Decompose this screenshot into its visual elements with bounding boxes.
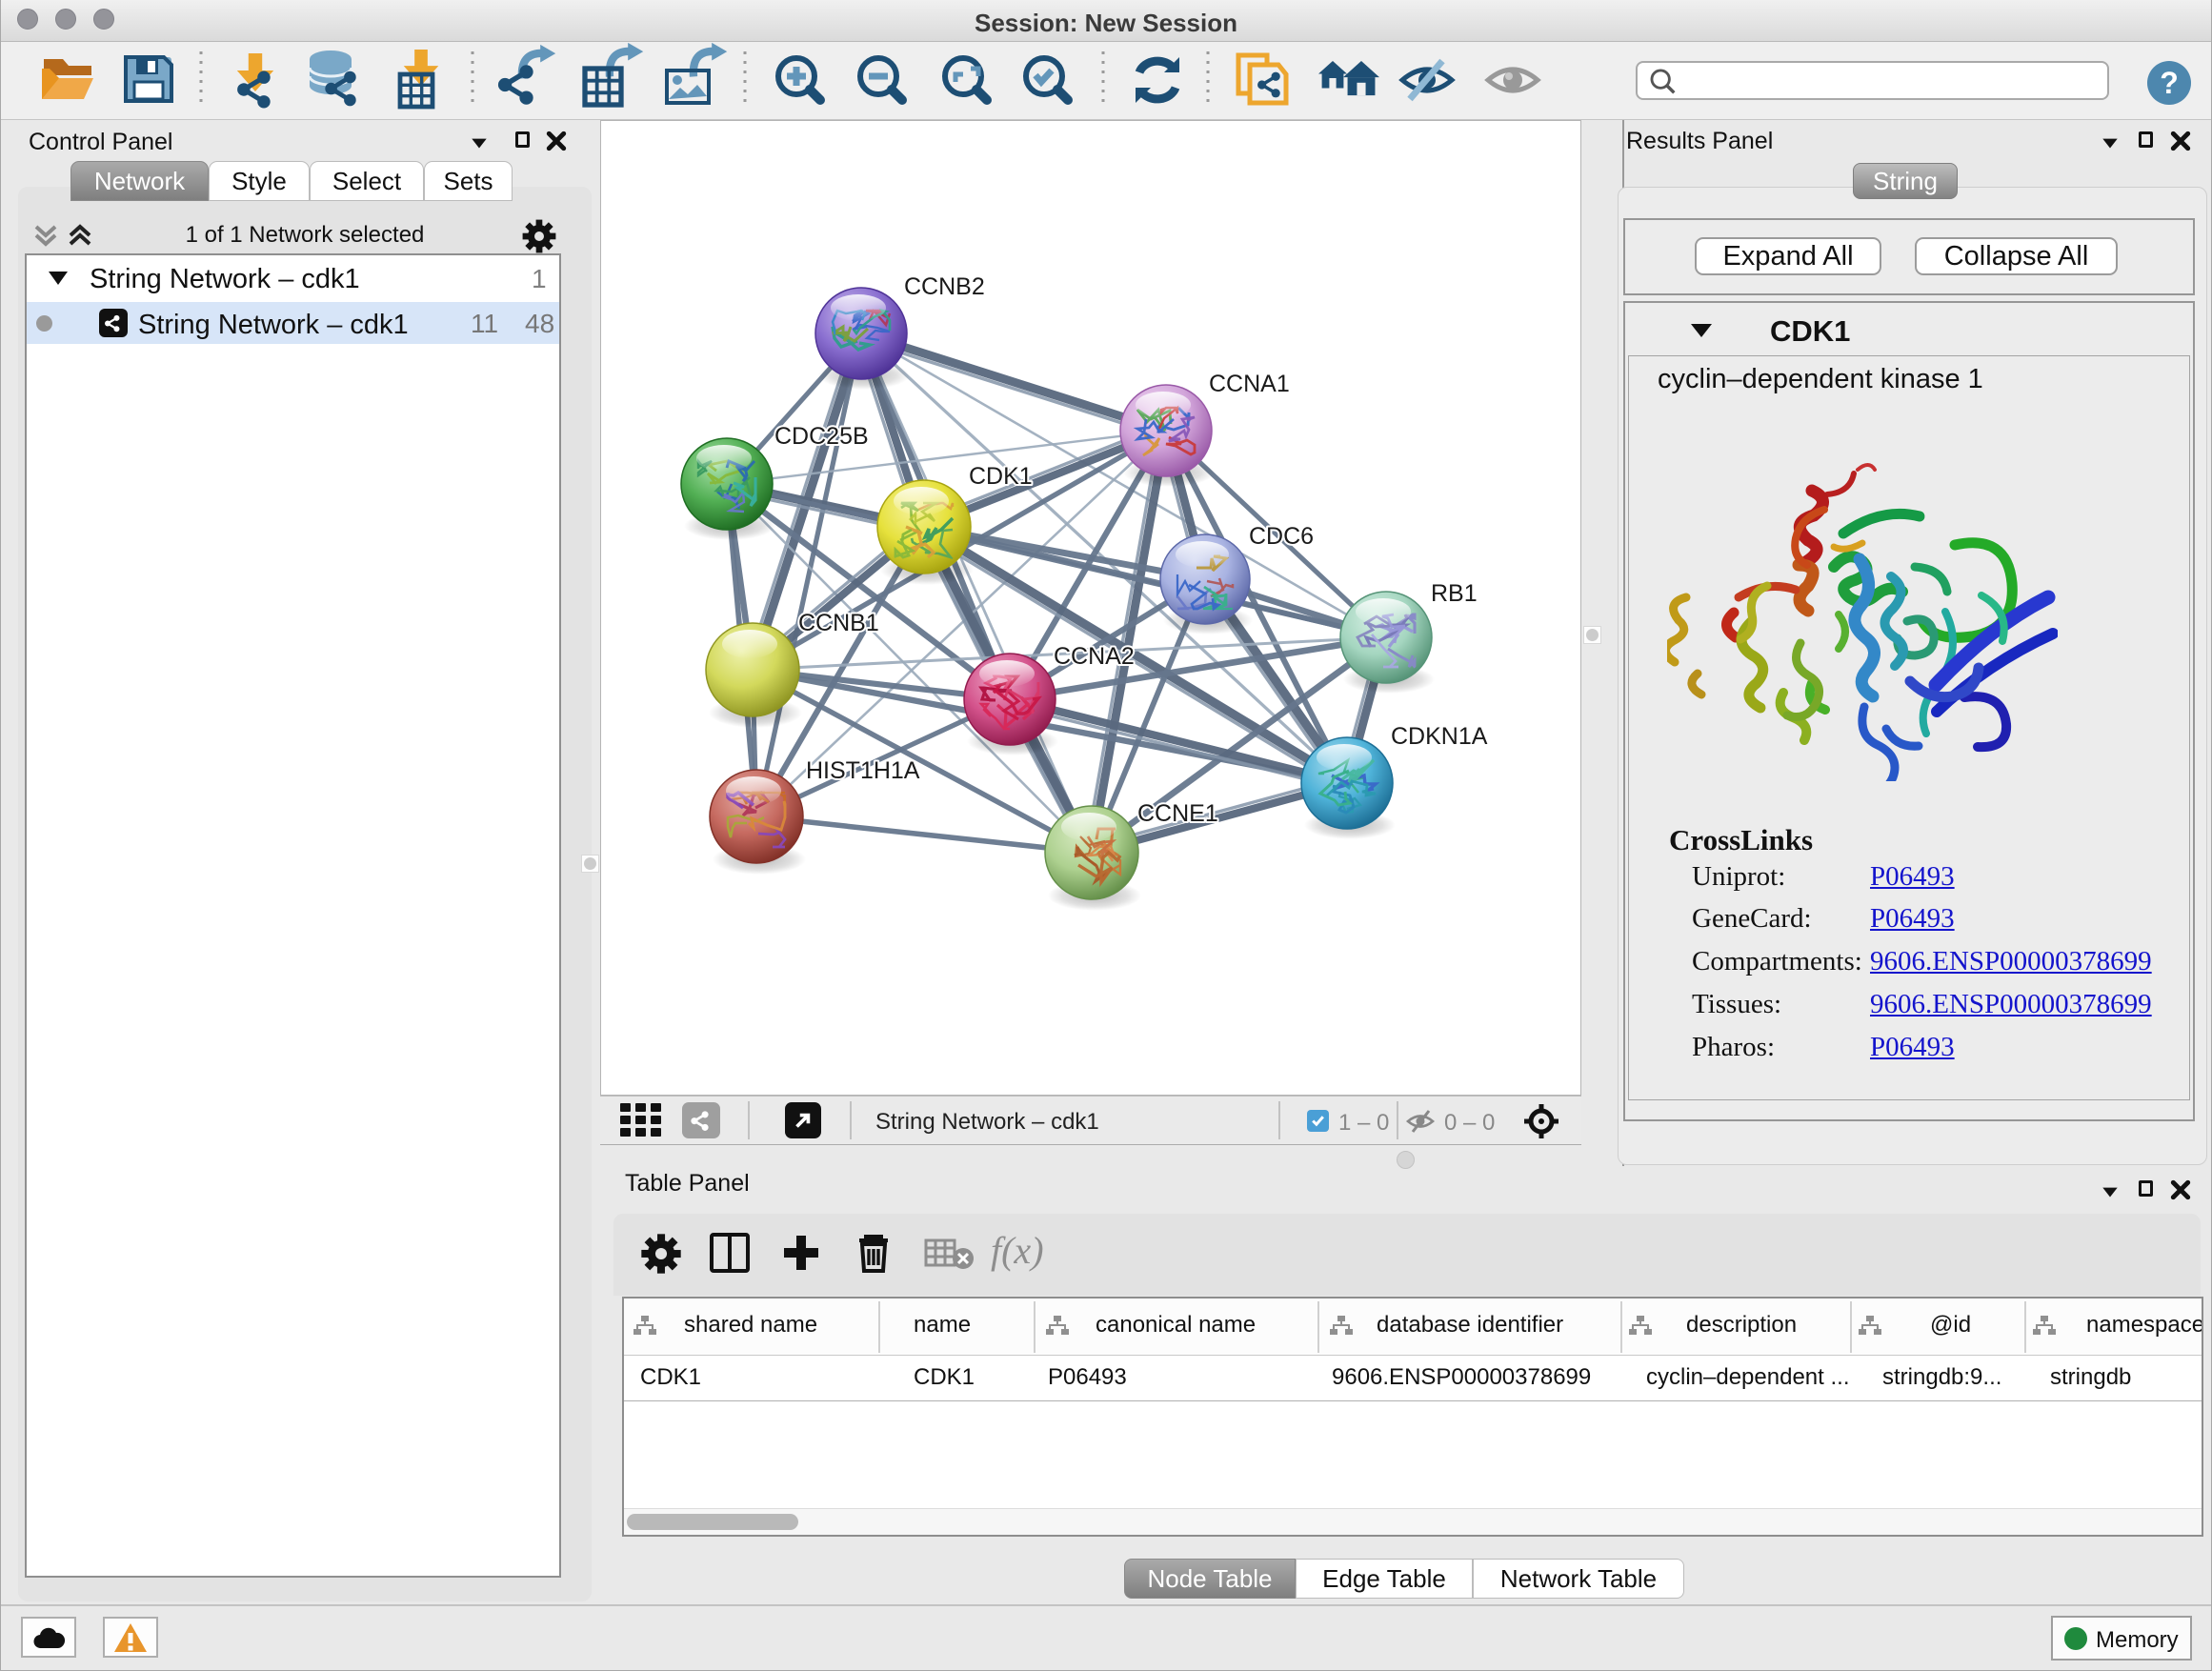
svg-text:CDC6: CDC6 xyxy=(1249,523,1314,550)
svg-text:CCNB2: CCNB2 xyxy=(904,273,985,300)
svg-text:CCNB1: CCNB1 xyxy=(798,610,879,636)
svg-text:CDK1: CDK1 xyxy=(969,463,1033,490)
svg-text:CCNA2: CCNA2 xyxy=(1054,643,1135,670)
svg-text:CCNE1: CCNE1 xyxy=(1137,800,1218,827)
svg-text:CCNA1: CCNA1 xyxy=(1209,371,1290,397)
svg-text:HIST1H1A: HIST1H1A xyxy=(806,757,920,784)
svg-text:CDC25B: CDC25B xyxy=(774,423,869,450)
svg-text:RB1: RB1 xyxy=(1431,580,1478,607)
svg-text:CDKN1A: CDKN1A xyxy=(1391,723,1488,750)
